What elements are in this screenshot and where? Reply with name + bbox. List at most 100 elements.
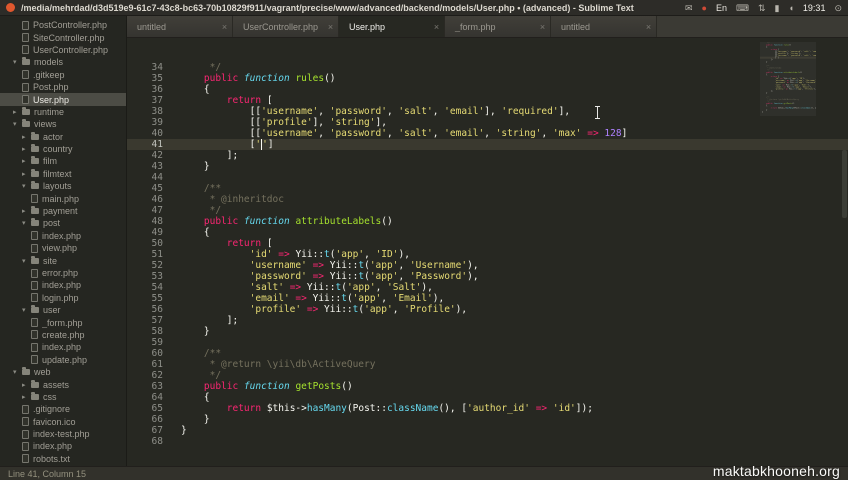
tree-folder-runtime[interactable]: ▸ runtime [0,106,126,118]
code-line[interactable]: 36 { [127,84,848,95]
tab-untitled[interactable]: untitled × [127,16,233,37]
chevron-down-icon[interactable]: ▾ [13,120,22,128]
tree-file-favicon.ico[interactable]: favicon.ico [0,416,126,428]
tab-close-icon[interactable]: × [323,22,338,32]
line-number[interactable]: 51 [127,249,171,260]
line-number[interactable]: 38 [127,106,171,117]
code-line[interactable]: 64 { [127,392,848,403]
line-number[interactable]: 68 [127,436,171,447]
minimap-viewport[interactable] [760,42,816,116]
code-line[interactable]: 40 [['username', 'password', 'salt', 'em… [127,128,848,139]
code-line[interactable]: 39 [['profile'], 'string'], [127,117,848,128]
chevron-down-icon[interactable]: ▾ [22,219,31,227]
tree-file-index.php[interactable]: index.php [0,279,126,291]
tree-folder-filmtext[interactable]: ▸ filmtext [0,168,126,180]
code-line[interactable]: 60 /** [127,348,848,359]
code-line[interactable]: 38 [['username', 'password', 'salt', 'em… [127,106,848,117]
code-line[interactable]: 43 } [127,161,848,172]
battery-icon[interactable]: ▮ [775,0,780,16]
chevron-right-icon[interactable]: ▸ [13,108,22,116]
chevron-right-icon[interactable]: ▸ [22,157,31,165]
session-menu-icon[interactable]: ⊙ [834,0,842,16]
line-number[interactable]: 59 [127,337,171,348]
tree-folder-post[interactable]: ▾ post [0,217,126,229]
tree-file-.gitignore[interactable]: .gitignore [0,403,126,415]
code-line[interactable]: 34 */ [127,62,848,73]
chevron-down-icon[interactable]: ▾ [22,306,31,314]
chevron-right-icon[interactable]: ▸ [22,170,31,178]
code-line[interactable]: 50 return [ [127,238,848,249]
code-line[interactable]: 41 [''] [127,139,848,150]
code-line[interactable]: 65 return $this->hasMany(Post::className… [127,403,848,414]
line-number[interactable]: 60 [127,348,171,359]
code-line[interactable]: 55 'email' => Yii::t('app', 'Email'), [127,293,848,304]
code-line[interactable]: 37 return [ [127,95,848,106]
line-number[interactable]: 36 [127,84,171,95]
line-number[interactable]: 64 [127,392,171,403]
code-line[interactable]: 54 'salt' => Yii::t('app', 'Salt'), [127,282,848,293]
tree-file-SiteController.php[interactable]: SiteController.php [0,31,126,43]
tree-file-index.php[interactable]: index.php [0,230,126,242]
tree-folder-views[interactable]: ▾ views [0,118,126,130]
code-line[interactable]: 46 * @inheritdoc [127,194,848,205]
mail-indicator-icon[interactable]: ✉ [685,0,693,16]
tree-folder-actor[interactable]: ▸ actor [0,131,126,143]
line-number[interactable]: 39 [127,117,171,128]
chevron-down-icon[interactable]: ▾ [13,368,22,376]
tree-file-create.php[interactable]: create.php [0,329,126,341]
line-number[interactable]: 53 [127,271,171,282]
line-number[interactable]: 67 [127,425,171,436]
volume-icon[interactable]: ◖ [788,0,793,16]
line-number[interactable]: 56 [127,304,171,315]
line-number[interactable]: 45 [127,183,171,194]
line-number[interactable]: 65 [127,403,171,414]
tab-User.php[interactable]: User.php × [339,16,445,37]
code-line[interactable]: 51 'id' => Yii::t('app', 'ID'), [127,249,848,260]
line-number[interactable]: 49 [127,227,171,238]
tree-folder-user[interactable]: ▾ user [0,304,126,316]
editor[interactable]: 34 */35 public function rules() 36 {37 re… [127,38,848,466]
tree-file-PostController.php[interactable]: PostController.php [0,19,126,31]
tree-folder-css[interactable]: ▸ css [0,391,126,403]
code-line[interactable]: 67} [127,425,848,436]
tree-file-update.php[interactable]: update.php [0,354,126,366]
tree-folder-models[interactable]: ▾ models [0,56,126,68]
line-number[interactable]: 55 [127,293,171,304]
line-number[interactable]: 35 [127,73,171,84]
code-line[interactable]: 63 public function getPosts() [127,381,848,392]
tree-file-login.php[interactable]: login.php [0,292,126,304]
tree-file-_form.php[interactable]: _form.php [0,316,126,328]
line-number[interactable]: 44 [127,172,171,183]
tree-folder-site[interactable]: ▾ site [0,254,126,266]
tree-file-index.php[interactable]: index.php [0,341,126,353]
code-line[interactable]: 58 } [127,326,848,337]
code-line[interactable]: 62 */ [127,370,848,381]
chevron-right-icon[interactable]: ▸ [22,145,31,153]
code-line[interactable]: 66 } [127,414,848,425]
code-line[interactable]: 61 * @return \yii\db\ActiveQuery [127,359,848,370]
code-line[interactable]: 56 'profile' => Yii::t('app', 'Profile')… [127,304,848,315]
tree-folder-assets[interactable]: ▸ assets [0,378,126,390]
tab-untitled[interactable]: untitled × [551,16,657,37]
code-line[interactable]: 35 public function rules() [127,73,848,84]
code-line[interactable]: 44 [127,172,848,183]
line-number[interactable]: 66 [127,414,171,425]
tree-file-main.php[interactable]: main.php [0,192,126,204]
tree-file-index-test.php[interactable]: index-test.php [0,428,126,440]
chevron-right-icon[interactable]: ▸ [22,381,31,389]
chevron-right-icon[interactable]: ▸ [22,393,31,401]
code-line[interactable]: 68 [127,436,848,447]
code-line[interactable]: 48 public function attributeLabels() [127,216,848,227]
tab-close-icon[interactable]: × [641,22,656,32]
tree-file-.gitkeep[interactable]: .gitkeep [0,69,126,81]
code-line[interactable]: 53 'password' => Yii::t('app', 'Password… [127,271,848,282]
keyboard-layout-indicator[interactable]: En [716,0,727,16]
code-line[interactable]: 52 'username' => Yii::t('app', 'Username… [127,260,848,271]
line-number[interactable]: 43 [127,161,171,172]
network-icon[interactable]: ⇅ [758,0,766,16]
tree-file-view.php[interactable]: view.php [0,242,126,254]
line-number[interactable]: 63 [127,381,171,392]
line-number[interactable]: 54 [127,282,171,293]
code-line[interactable]: 45 /** [127,183,848,194]
line-number[interactable]: 42 [127,150,171,161]
